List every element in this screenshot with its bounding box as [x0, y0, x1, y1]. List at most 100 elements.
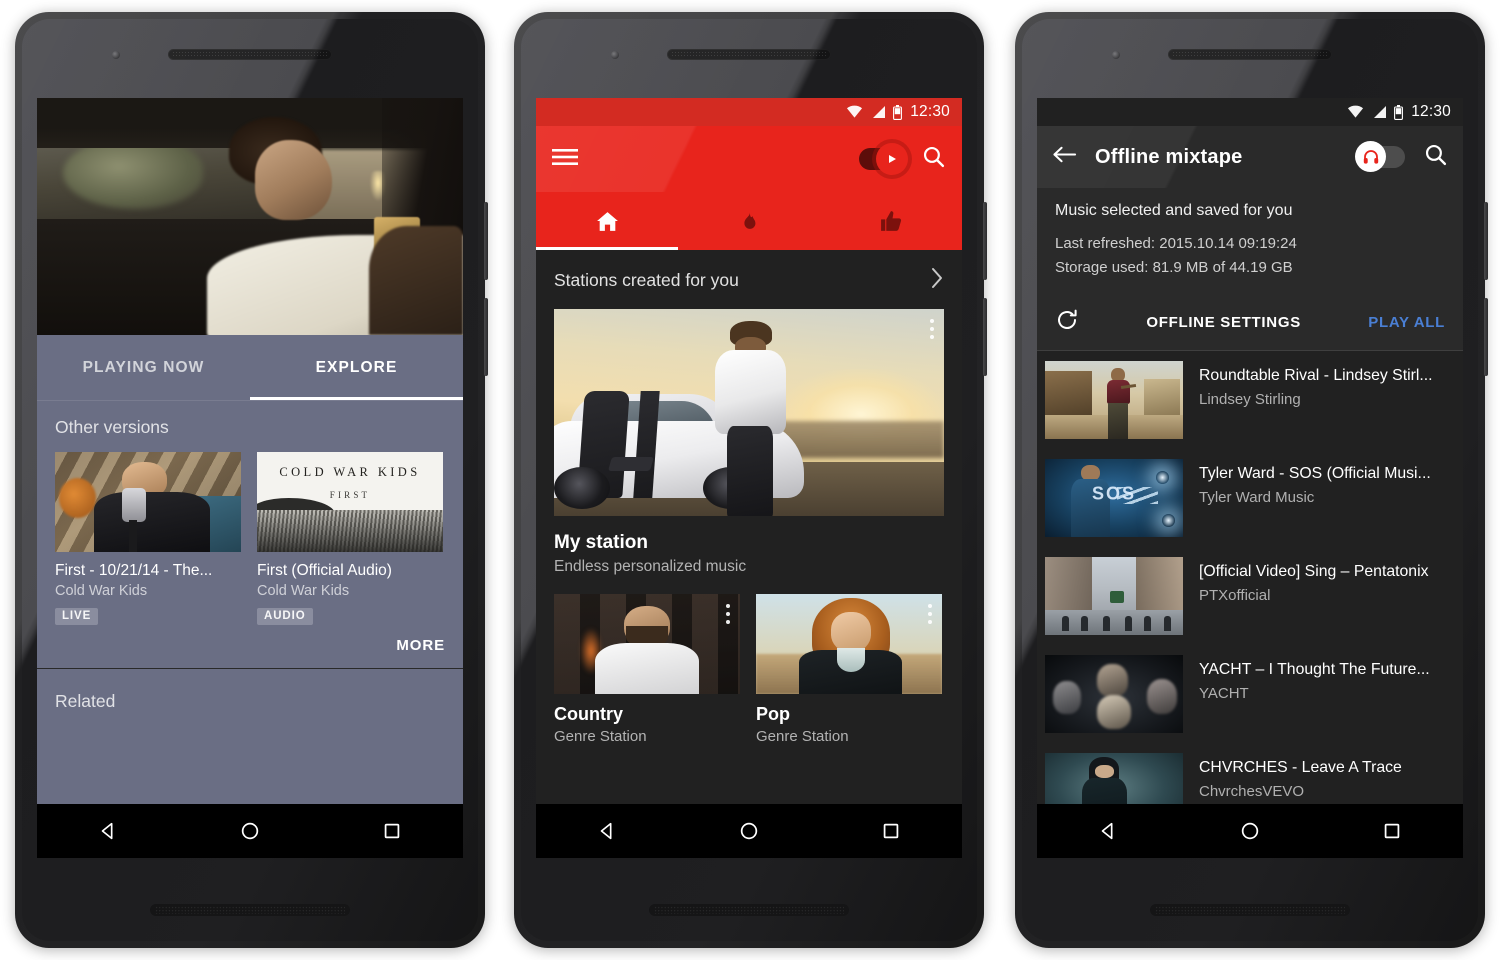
search-icon[interactable]	[1423, 142, 1448, 172]
album-cover-title: COLD WAR KIDS	[279, 465, 421, 479]
version-thumbnail[interactable]: COLD WAR KIDS FIRST	[257, 452, 443, 552]
tab-subscriptions[interactable]	[820, 192, 962, 250]
version-thumbnail[interactable]	[55, 452, 241, 552]
other-versions-section: Other versions First - 10/21/14 - The...…	[37, 401, 463, 626]
mixtape-info-panel: Music selected and saved for you Last re…	[1037, 188, 1463, 295]
back-triangle-icon	[1101, 822, 1113, 840]
video-channel: YACHT	[1199, 684, 1249, 702]
tab-explore[interactable]: EXPLORE	[250, 335, 463, 400]
video-audio-toggle[interactable]	[859, 143, 908, 175]
status-clock: 12:30	[910, 103, 950, 120]
other-versions-grid: First - 10/21/14 - The... Cold War Kids …	[55, 452, 445, 626]
stations-header[interactable]: Stations created for you	[536, 250, 962, 309]
video-thumbnail[interactable]: SOS	[1045, 458, 1183, 537]
app-bar	[536, 126, 962, 192]
play-toggle-icon	[876, 143, 908, 175]
version-artist: Cold War Kids	[55, 583, 148, 600]
power-button[interactable]	[1484, 202, 1488, 280]
home-feed: Stations created for you My station Endl…	[536, 250, 962, 804]
volume-button[interactable]	[1484, 298, 1488, 376]
video-title: CHVRCHES - Leave A Trace	[1199, 758, 1402, 776]
video-thumbnail[interactable]	[1045, 752, 1183, 804]
video-channel: PTXofficial	[1199, 586, 1271, 604]
list-item[interactable]: SOS Tyler Ward - SOS (Official Musi... T…	[1037, 449, 1463, 547]
earpiece-grille	[168, 49, 332, 60]
kebab-menu-icon[interactable]	[928, 604, 932, 624]
earpiece-grille	[667, 49, 831, 60]
version-card[interactable]: COLD WAR KIDS FIRST First (Official Audi…	[257, 452, 443, 626]
video-player[interactable]	[37, 98, 463, 335]
phone-2-screen: 12:30 Stations created for you My statio…	[536, 98, 962, 858]
genre-station-card[interactable]: Pop Genre Station	[756, 594, 942, 745]
hamburger-menu-icon[interactable]	[552, 147, 578, 172]
kebab-menu-icon[interactable]	[930, 319, 934, 339]
tab-trending[interactable]	[678, 192, 820, 250]
android-navigation-bar	[1037, 804, 1463, 858]
volume-button[interactable]	[983, 298, 987, 376]
my-station-thumbnail[interactable]	[554, 309, 944, 516]
genre-thumbnail[interactable]	[554, 594, 740, 694]
stations-header-title: Stations created for you	[554, 270, 739, 290]
phone-device-2: 12:30 Stations created for you My statio…	[514, 12, 987, 948]
more-button[interactable]: MORE	[396, 637, 445, 654]
chevron-right-icon[interactable]	[930, 267, 944, 294]
tab-home[interactable]	[536, 192, 678, 250]
cellular-signal-icon	[873, 106, 886, 118]
list-item[interactable]: YACHT – I Thought The Future... YACHT	[1037, 645, 1463, 743]
list-item[interactable]: Roundtable Rival - Lindsey Stirl... Lind…	[1037, 351, 1463, 449]
my-station-subtitle: Endless personalized music	[554, 558, 747, 575]
screenshot-stage: PLAYING NOW EXPLORE Other versions First…	[0, 0, 1500, 960]
list-item[interactable]: [Official Video] Sing – Pentatonix PTXof…	[1037, 547, 1463, 645]
page-title: Offline mixtape	[1095, 145, 1243, 168]
recents-square-icon	[883, 823, 899, 839]
nav-home-button[interactable]	[722, 804, 776, 858]
status-clock: 12:30	[1411, 103, 1451, 120]
power-button[interactable]	[484, 202, 488, 280]
video-title: Tyler Ward - SOS (Official Musi...	[1199, 464, 1431, 482]
headphones-icon	[1355, 141, 1386, 172]
front-camera-icon	[112, 51, 120, 59]
video-title: [Official Video] Sing – Pentatonix	[1199, 562, 1429, 580]
android-navigation-bar	[536, 804, 962, 858]
status-bar: 12:30	[1037, 98, 1463, 126]
home-circle-icon	[241, 822, 259, 840]
status-bar: 12:30	[536, 98, 962, 126]
offline-headphones-toggle[interactable]	[1355, 141, 1405, 172]
video-thumbnail[interactable]	[1045, 360, 1183, 439]
video-thumbnail[interactable]	[1045, 556, 1183, 635]
back-arrow-icon[interactable]	[1052, 144, 1077, 170]
trending-flame-icon	[744, 211, 756, 229]
power-button[interactable]	[983, 202, 987, 280]
nav-recents-button[interactable]	[365, 804, 419, 858]
nav-back-button[interactable]	[1081, 804, 1135, 858]
genre-station-card[interactable]: Country Genre Station	[554, 594, 740, 745]
refresh-icon[interactable]	[1055, 308, 1079, 337]
nav-recents-button[interactable]	[864, 804, 918, 858]
video-channel: Lindsey Stirling	[1199, 390, 1301, 408]
nav-home-button[interactable]	[223, 804, 277, 858]
nav-recents-button[interactable]	[1365, 804, 1419, 858]
kebab-menu-icon[interactable]	[726, 604, 730, 624]
video-channel: Tyler Ward Music	[1199, 488, 1315, 506]
genre-subtitle: Genre Station	[554, 728, 647, 745]
search-icon[interactable]	[921, 144, 946, 174]
list-item[interactable]: CHVRCHES - Leave A Trace ChvrchesVEVO	[1037, 743, 1463, 804]
offline-settings-button[interactable]: OFFLINE SETTINGS	[1079, 314, 1368, 331]
nav-home-button[interactable]	[1223, 804, 1277, 858]
tab-playing-now[interactable]: PLAYING NOW	[37, 335, 250, 400]
home-circle-icon	[740, 822, 758, 840]
genre-subtitle: Genre Station	[756, 728, 849, 745]
genre-thumbnail[interactable]	[756, 594, 942, 694]
nav-back-button[interactable]	[580, 804, 634, 858]
version-card[interactable]: First - 10/21/14 - The... Cold War Kids …	[55, 452, 241, 626]
nav-back-button[interactable]	[81, 804, 135, 858]
android-navigation-bar	[37, 804, 463, 858]
mixtape-description: Music selected and saved for you	[1055, 202, 1293, 219]
thumbs-up-icon	[880, 210, 901, 231]
cellular-signal-icon	[1374, 106, 1387, 118]
volume-button[interactable]	[484, 298, 488, 376]
more-row: MORE	[37, 625, 463, 669]
genre-title: Pop	[756, 704, 790, 724]
video-thumbnail[interactable]	[1045, 654, 1183, 733]
play-all-button[interactable]: PLAY ALL	[1368, 314, 1445, 331]
